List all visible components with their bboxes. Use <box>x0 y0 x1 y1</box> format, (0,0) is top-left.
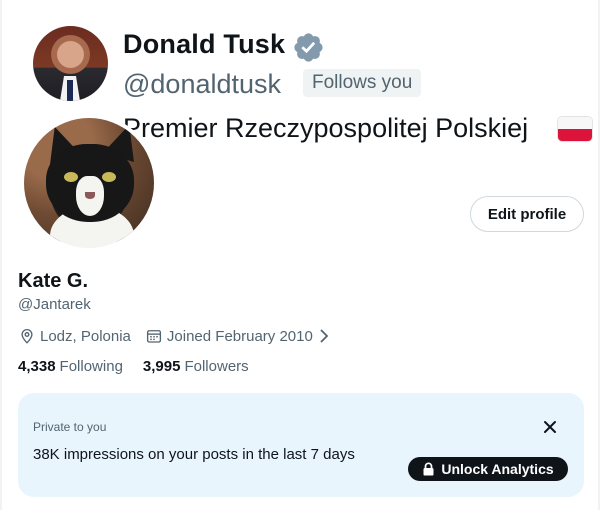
following-label: Following <box>59 358 123 375</box>
banner-bio: Premier Rzeczypospolitej Polskiej <box>123 113 529 143</box>
profile-name: Kate G. <box>18 270 89 292</box>
unlock-analytics-label: Unlock Analytics <box>441 461 554 477</box>
close-card-button[interactable] <box>538 415 562 439</box>
following-count: 4,338 <box>18 358 56 375</box>
private-label: Private to you <box>33 420 107 434</box>
calendar-icon <box>146 330 161 343</box>
unlock-analytics-button[interactable]: Unlock Analytics <box>408 457 568 481</box>
followers-count: 3,995 <box>142 358 181 375</box>
followers-link[interactable]: 3,995 Followers <box>143 358 249 375</box>
profile-location: Lodz, Polonia <box>40 327 131 345</box>
analytics-card: Private to you 38K impressions on your p… <box>18 393 584 497</box>
right-divider <box>598 0 600 510</box>
banner-handle: @donaldtusk <box>123 69 282 99</box>
verified-badge-icon <box>294 33 323 62</box>
poland-flag-icon <box>558 117 592 141</box>
followers-label: Followers <box>184 358 249 375</box>
location-pin-icon <box>21 329 33 344</box>
edit-profile-button[interactable]: Edit profile <box>470 196 584 232</box>
chevron-right-icon[interactable] <box>317 327 331 345</box>
profile-joined-date[interactable]: Joined February 2010 <box>167 328 313 345</box>
profile-page: Donald Tusk @donaldtusk Follows you Prem… <box>0 0 601 510</box>
banner-name: Donald Tusk <box>123 29 286 59</box>
following-link[interactable]: 4,338 Following <box>18 358 123 375</box>
lock-icon <box>423 462 434 476</box>
profile-meta: Lodz, Polonia Joined February 2010 <box>18 326 331 346</box>
follow-stats: 4,338 Following 3,995 Followers <box>18 358 249 375</box>
impressions-text: 38K impressions on your posts in the las… <box>33 446 355 463</box>
follows-you-badge: Follows you <box>303 69 422 97</box>
profile-avatar[interactable] <box>20 114 158 252</box>
banner-avatar-image <box>33 26 108 101</box>
profile-handle: @Jantarek <box>18 296 91 313</box>
close-icon <box>544 421 556 433</box>
